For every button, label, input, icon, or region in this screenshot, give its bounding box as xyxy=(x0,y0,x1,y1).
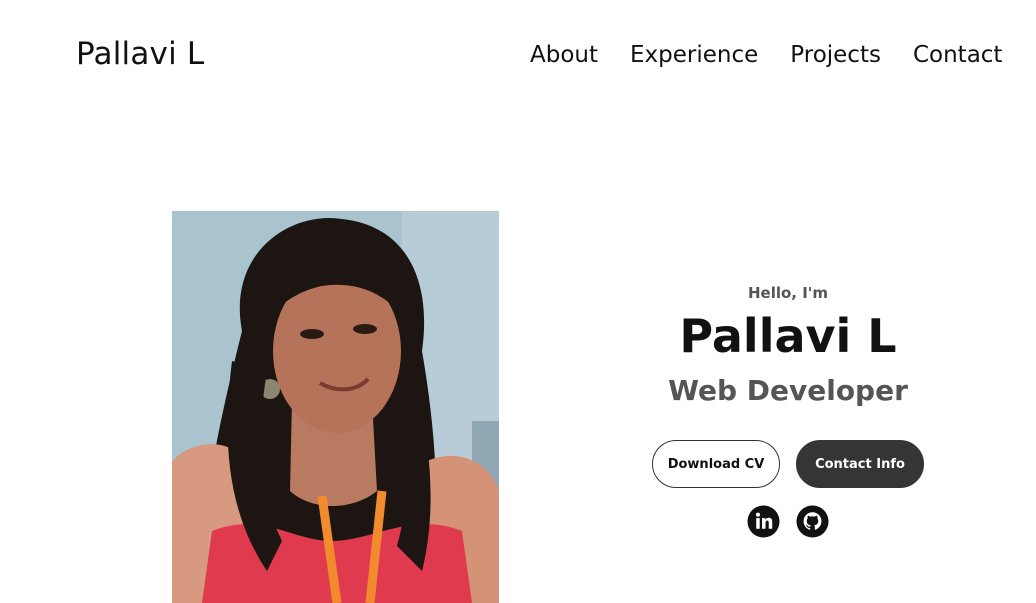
hero-name: Pallavi L xyxy=(679,309,897,363)
site-logo[interactable]: Pallavi L xyxy=(76,36,204,72)
main-nav: About Experience Projects Contact xyxy=(530,42,1002,68)
nav-experience[interactable]: Experience xyxy=(630,42,758,68)
hero-greeting: Hello, I'm xyxy=(747,284,829,302)
linkedin-icon[interactable] xyxy=(747,505,780,538)
download-cv-button[interactable]: Download CV xyxy=(652,440,780,488)
hero-buttons: Download CV Contact Info xyxy=(652,440,924,488)
hero-section: Hello, I'm Pallavi L Web Developer xyxy=(640,284,936,407)
portfolio-page: Pallavi L About Experience Projects Cont… xyxy=(0,0,1036,603)
nav-about[interactable]: About xyxy=(530,42,598,68)
nav-projects[interactable]: Projects xyxy=(790,42,881,68)
social-links xyxy=(747,505,829,538)
hero-title: Web Developer xyxy=(668,374,908,408)
nav-contact[interactable]: Contact xyxy=(913,42,1002,68)
github-icon[interactable] xyxy=(796,505,829,538)
contact-info-button[interactable]: Contact Info xyxy=(796,440,924,488)
profile-photo xyxy=(172,211,499,603)
